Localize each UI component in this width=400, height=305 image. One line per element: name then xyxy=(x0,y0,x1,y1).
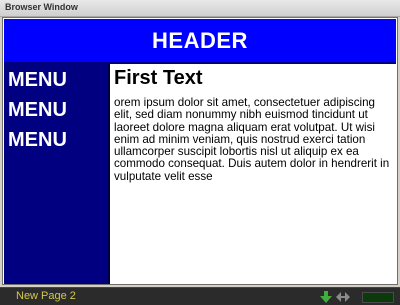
navigation-icon[interactable] xyxy=(336,291,350,303)
content-area: First Text orem ipsum dolor sit amet, co… xyxy=(114,65,396,283)
sidebar-menu: MENU MENU MENU xyxy=(4,64,110,284)
header-text: HEADER xyxy=(152,27,248,53)
window-title: Browser Window xyxy=(5,2,78,12)
browser-window: Browser Window HEADER MENU MENU MENU Fir… xyxy=(0,0,400,287)
window-titlebar[interactable]: Browser Window xyxy=(0,0,400,17)
page-frame: HEADER MENU MENU MENU First Text orem ip… xyxy=(2,17,398,285)
menu-item-2[interactable]: MENU xyxy=(8,95,108,125)
page-header: HEADER xyxy=(4,19,396,64)
content-title: First Text xyxy=(114,67,203,89)
menu-item-1[interactable]: MENU xyxy=(8,65,108,95)
menu-item-3[interactable]: MENU xyxy=(8,125,108,155)
meter-icon xyxy=(362,292,394,303)
taskbar-page-label[interactable]: New Page 2 xyxy=(16,290,76,302)
download-arrow-icon[interactable] xyxy=(320,291,332,303)
taskbar: New Page 2 xyxy=(0,287,400,305)
content-body: orem ipsum dolor sit amet, consectetuer … xyxy=(114,96,390,183)
